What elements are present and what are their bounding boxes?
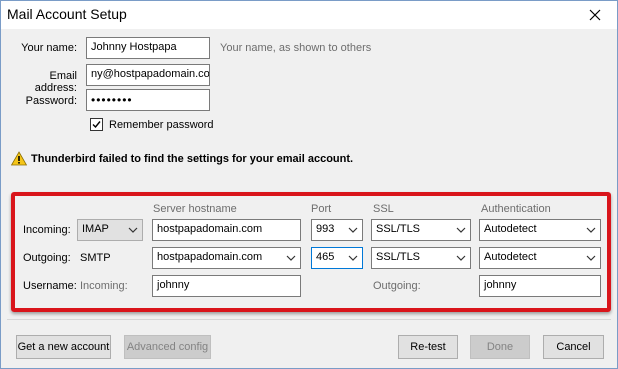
chevron-down-icon	[586, 255, 596, 261]
close-icon	[589, 9, 601, 21]
retest-button[interactable]: Re-test	[398, 335, 458, 359]
chevron-down-icon	[286, 255, 296, 261]
close-button[interactable]	[573, 1, 617, 29]
username-incoming-label: Incoming:	[80, 280, 128, 292]
remember-password-checkbox[interactable]	[90, 118, 103, 131]
incoming-ssl-select[interactable]: SSL/TLS	[371, 219, 471, 241]
incoming-label: Incoming:	[23, 224, 71, 236]
password-label: Password:	[25, 95, 77, 107]
outgoing-port-field[interactable]: 465	[311, 247, 363, 269]
warning-icon	[11, 151, 27, 166]
dialog-content: Your name: Johnny Hostpapa Your name, as…	[1, 29, 617, 368]
outgoing-label: Outgoing:	[23, 252, 71, 264]
divider	[7, 319, 611, 320]
outgoing-ssl-value: SSL/TLS	[376, 251, 421, 263]
outgoing-ssl-select[interactable]: SSL/TLS	[371, 247, 471, 269]
incoming-protocol-select[interactable]: IMAP	[77, 219, 143, 241]
done-button[interactable]: Done	[470, 335, 530, 359]
incoming-protocol-value: IMAP	[82, 223, 109, 235]
outgoing-protocol: SMTP	[80, 252, 111, 264]
advanced-config-button[interactable]: Advanced config	[124, 335, 211, 359]
email-label: Email address:	[34, 70, 77, 94]
incoming-port-value: 993	[316, 223, 335, 235]
outgoing-username-field[interactable]: johnny	[479, 275, 601, 297]
warning-message: Thunderbird failed to find the settings …	[31, 153, 354, 165]
header-ssl: SSL	[373, 203, 394, 215]
username-label: Username:	[23, 280, 77, 292]
incoming-auth-value: Autodetect	[484, 223, 537, 235]
incoming-username-field[interactable]: johnny	[152, 275, 301, 297]
header-port: Port	[311, 203, 332, 215]
remember-password-label[interactable]: Remember password	[109, 119, 214, 131]
name-field[interactable]: Johnny Hostpapa	[86, 37, 210, 59]
title-bar: Mail Account Setup	[1, 1, 617, 29]
outgoing-auth-select[interactable]: Autodetect	[479, 247, 601, 269]
incoming-hostname-field[interactable]: hostpapadomain.com	[152, 219, 301, 241]
incoming-auth-select[interactable]: Autodetect	[479, 219, 601, 241]
checkmark-icon	[92, 121, 101, 129]
chevron-down-icon	[128, 227, 138, 233]
window-title: Mail Account Setup	[7, 6, 127, 22]
header-authentication: Authentication	[481, 203, 551, 215]
name-hint: Your name, as shown to others	[220, 42, 372, 54]
outgoing-auth-value: Autodetect	[484, 251, 537, 263]
chevron-down-icon	[586, 227, 596, 233]
chevron-down-icon	[348, 255, 358, 261]
username-outgoing-label: Outgoing:	[373, 280, 421, 292]
outgoing-hostname-select[interactable]: hostpapadomain.com	[152, 247, 301, 269]
incoming-port-field[interactable]: 993	[311, 219, 363, 241]
cancel-button[interactable]: Cancel	[543, 335, 604, 359]
mail-account-setup-dialog: Mail Account Setup Your name: Johnny Hos…	[0, 0, 618, 369]
get-new-account-button[interactable]: Get a new account	[16, 335, 111, 359]
chevron-down-icon	[456, 227, 466, 233]
header-server-hostname: Server hostname	[153, 203, 237, 215]
email-field[interactable]: ny@hostpapadomain.com	[86, 64, 210, 86]
password-field[interactable]: ••••••••	[86, 89, 210, 111]
outgoing-port-value: 465	[316, 251, 335, 263]
outgoing-hostname-value: hostpapadomain.com	[157, 251, 263, 263]
name-label: Your name:	[21, 42, 77, 54]
chevron-down-icon	[456, 255, 466, 261]
incoming-ssl-value: SSL/TLS	[376, 223, 421, 235]
chevron-down-icon	[348, 227, 358, 233]
